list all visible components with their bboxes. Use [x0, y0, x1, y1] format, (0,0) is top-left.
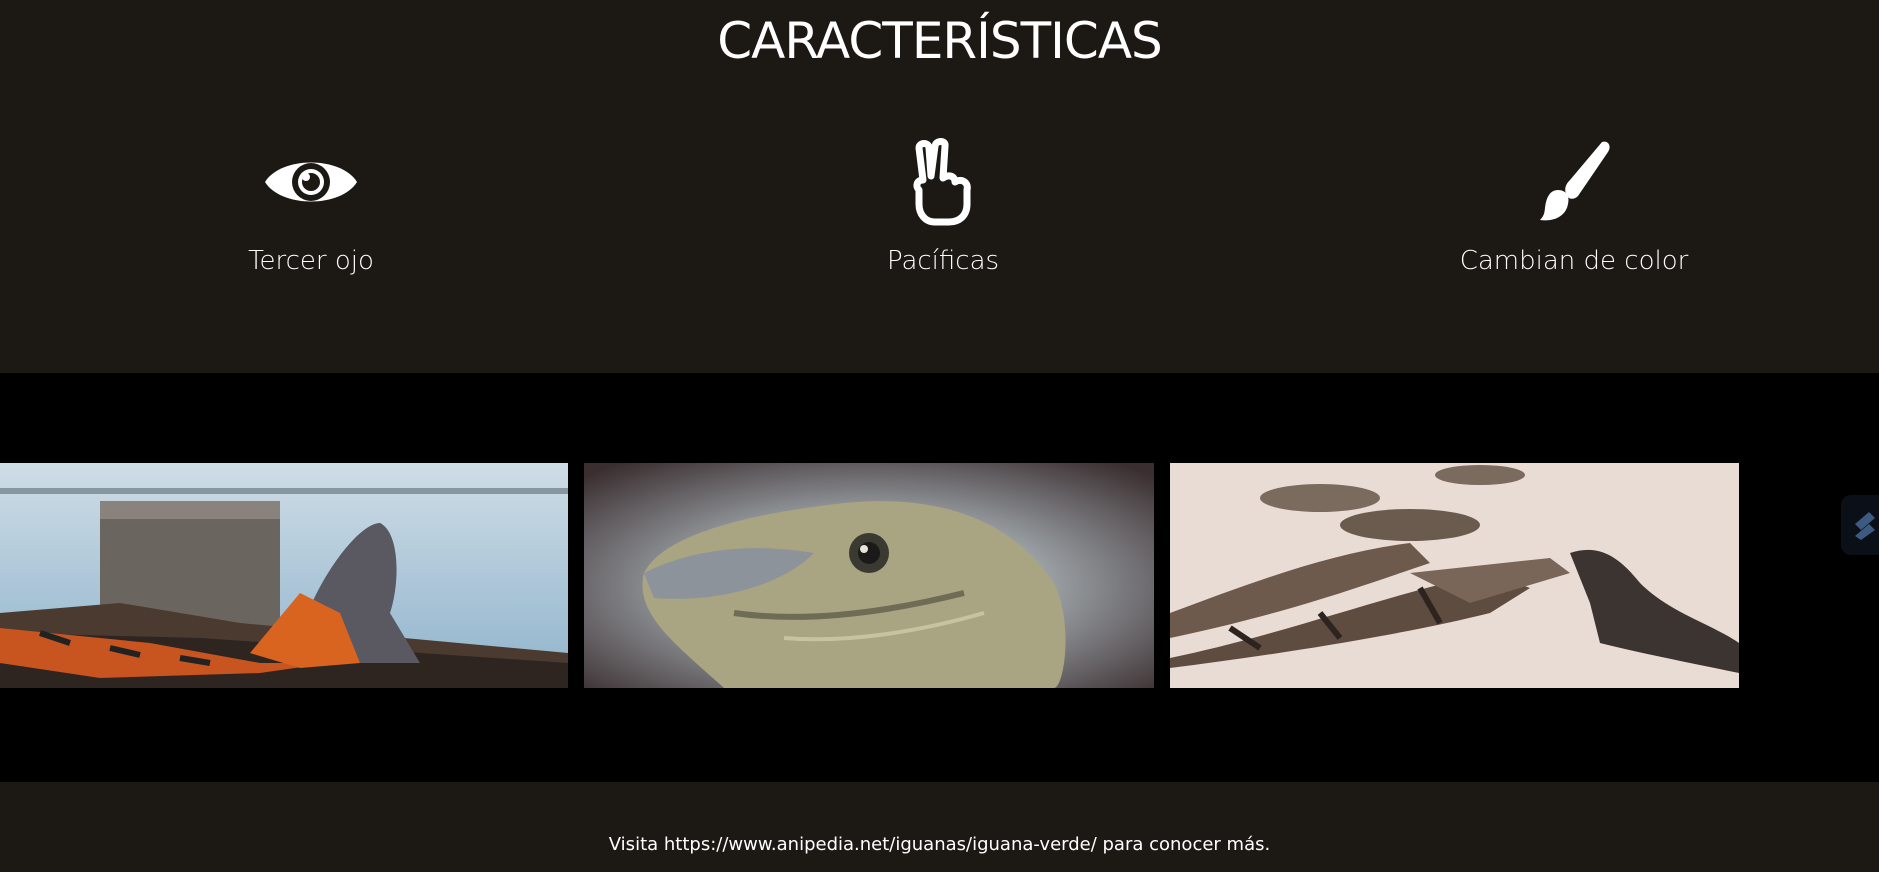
- feature-label: Cambian de color: [1459, 246, 1689, 276]
- iguanas-beach-group-image[interactable]: [1170, 463, 1739, 688]
- iguana-head-closeup-image[interactable]: [584, 463, 1154, 688]
- footer: Visita https://www.anipedia.net/iguanas/…: [0, 782, 1879, 872]
- hand-peace-icon: [743, 138, 1143, 226]
- paint-brush-icon: [1374, 138, 1774, 226]
- feature-label: Tercer ojo: [248, 246, 374, 276]
- footer-text: Visita https://www.anipedia.net/iguanas/…: [608, 834, 1271, 855]
- next-slide-button[interactable]: [1841, 495, 1879, 555]
- image-gallery[interactable]: [0, 373, 1879, 782]
- section-title: CARACTERÍSTICAS: [717, 12, 1163, 70]
- feature-peaceful: Pacíficas: [743, 138, 1143, 276]
- next-arrow-icon: [1855, 512, 1875, 540]
- feature-color-change: Cambian de color: [1374, 138, 1774, 276]
- feature-third-eye: Tercer ojo: [111, 138, 511, 276]
- feature-label: Pacíficas: [886, 246, 1000, 276]
- iguana-shore-image[interactable]: [0, 463, 568, 688]
- features-section: CARACTERÍSTICAS Tercer ojo Pacíficas Cam…: [0, 0, 1879, 373]
- eye-icon: [111, 138, 511, 226]
